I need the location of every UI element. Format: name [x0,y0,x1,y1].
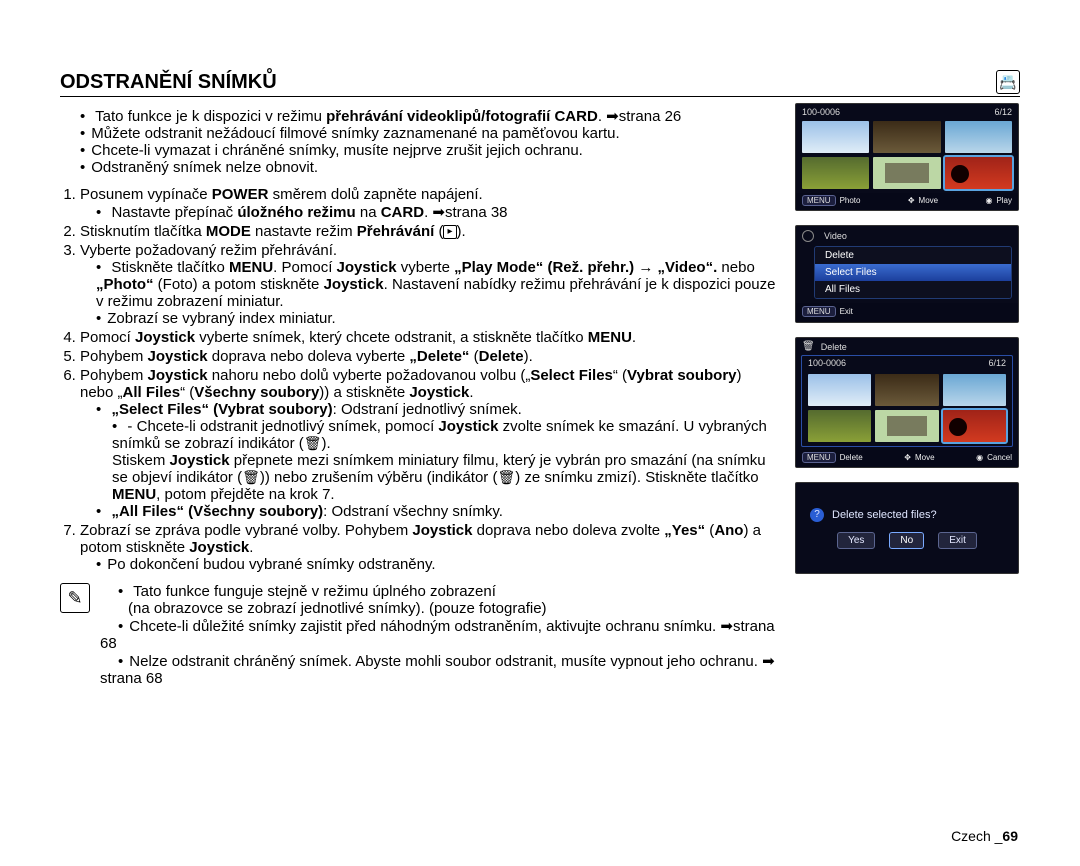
page-heading: ODSTRANĚNÍ SNÍMKŮ [60,70,1020,97]
step-6-select-files: „Select Files“ (Vybrat soubory): Odstran… [96,401,777,503]
trash-icon: 🗑 [802,341,815,352]
camera-screen-confirm: ? Delete selected files? Yes No Exit [795,482,1019,574]
menu-button-icon: MENU [802,452,836,463]
delete-header: Delete [821,342,847,352]
confirm-yes-button: Yes [837,532,875,549]
camera-screen-menu: Video Delete Select Files All Files MENU… [795,225,1019,323]
folder-label: 100-0006 [802,107,840,117]
confirm-exit-button: Exit [938,532,977,549]
globe-icon [802,230,814,242]
thumbnail [873,121,940,153]
step-1-sub: Nastavte přepínač úložného režimu na CAR… [96,203,777,221]
counter-label: 6/12 [994,107,1012,117]
thumbnail [808,410,871,442]
step-7-sub: Po dokončení budou vybrané snímky odstra… [96,556,777,573]
thumbnail [875,374,938,406]
question-icon: ? [810,508,824,522]
page-number: Czech _69 [951,828,1018,844]
counter-label: 6/12 [988,358,1006,368]
note-block: ✎ Tato funkce funguje stejně v režimu úp… [60,583,777,687]
thumbnail [802,157,869,189]
intro-item: Můžete odstranit nežádoucí filmové snímk… [60,125,777,142]
thumbnail-selected [945,157,1012,189]
step-3-sub-1: Stiskněte tlačítko MENU. Pomocí Joystick… [96,259,777,310]
step-1: Posunem vypínače POWER směrem dolů zapně… [80,186,777,221]
step-2: Stisknutím tlačítka MODE nastavte režim … [80,223,777,240]
folder-label: 100-0006 [808,358,846,368]
confirm-message: Delete selected files? [832,509,937,521]
step-7: Zobrazí se zpráva podle vybrané volby. P… [80,522,777,573]
step-5: Pohybem Joystick doprava nebo doleva vyb… [80,348,777,365]
note-item: Nelze odstranit chráněný snímek. Abyste … [100,652,777,687]
intro-item: Odstraněný snímek nelze obnovit. [60,159,777,176]
thumbnail [802,121,869,153]
manual-page: ODSTRANĚNÍ SNÍMKŮ Tato funkce je k dispo… [0,0,1080,866]
step-6: Pohybem Joystick nahoru nebo dolů vybert… [80,367,777,520]
note-icon: ✎ [60,583,90,613]
trash-icon: 🗑 [242,469,260,485]
note-item: Chcete-li důležité snímky zajistit před … [100,617,777,652]
trash-icon: 🗑 [497,469,515,485]
step-6-sf-detail: - Chcete-li odstranit jednotlivý snímek,… [112,418,777,503]
camera-screen-thumbnails: 100-0006 6/12 MENUPhoto ✥ Move ◉ Play [795,103,1019,211]
intro-item: Chcete-li vymazat i chráněné snímky, mus… [60,142,777,159]
instruction-column: Tato funkce je k dispozici v režimu přeh… [60,103,777,687]
menu-category: Video [824,231,847,241]
step-6-all-files: „All Files“ (Všechny soubory): Odstraní … [96,503,777,520]
thumbnail [875,410,938,442]
sd-card-icon [996,70,1020,94]
step-3: Vyberte požadovaný režim přehrávání. Sti… [80,242,777,327]
note-body: Tato funkce funguje stejně v režimu úpln… [100,583,777,687]
playback-icon: ▸ [443,225,456,239]
thumbnail-selected [943,410,1006,442]
steps-list: Posunem vypínače POWER směrem dolů zapně… [60,186,777,573]
trash-icon: 🗑 [304,435,322,451]
intro-item: Tato funkce je k dispozici v režimu přeh… [60,107,777,125]
thumbnail [873,157,940,189]
camera-screen-delete: 🗑 Delete 100-0006 6/12 [795,337,1019,468]
note-item: Tato funkce funguje stejně v režimu úpln… [100,583,777,617]
thumbnail [808,374,871,406]
step-4: Pomocí Joystick vyberte snímek, který ch… [80,329,777,346]
menu-button-icon: MENU [802,195,836,206]
screenshot-column: 100-0006 6/12 MENUPhoto ✥ Move ◉ Play [795,103,1020,687]
thumbnail [943,374,1006,406]
menu-button-icon: MENU [802,306,836,317]
confirm-no-button: No [889,532,924,549]
menu-item-select-files: Select Files [815,264,1011,281]
page-title: ODSTRANĚNÍ SNÍMKŮ [60,71,277,94]
step-3-sub-2: Zobrazí se vybraný index miniatur. [96,310,777,327]
page-content: Tato funkce je k dispozici v režimu přeh… [60,103,1020,687]
menu-item-delete: Delete [815,247,1011,264]
intro-list: Tato funkce je k dispozici v režimu přeh… [60,107,777,176]
thumbnail [945,121,1012,153]
menu-item-all-files: All Files [815,281,1011,298]
